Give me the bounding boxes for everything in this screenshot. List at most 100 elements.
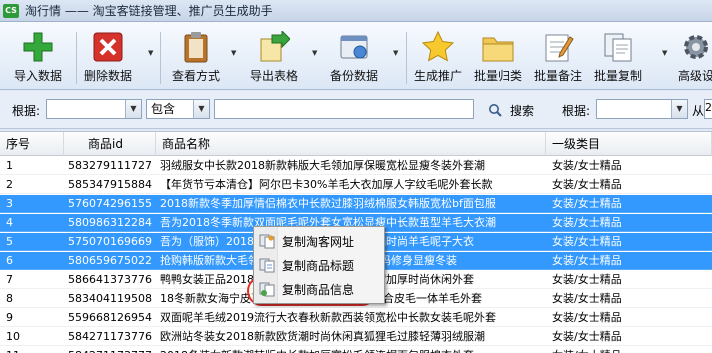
menu-item-copy-link[interactable]: 复制淘客网址 xyxy=(255,229,383,253)
cell-no: 2 xyxy=(6,178,13,191)
folder-icon xyxy=(480,30,516,64)
export-dropdown-arrow-icon[interactable]: ▼ xyxy=(312,49,320,57)
copy-icon xyxy=(600,30,636,64)
toolbar-separator xyxy=(406,32,407,84)
batch-copy-dropdown-arrow-icon[interactable]: ▼ xyxy=(662,49,670,57)
table-row[interactable]: 11 584271173777 2018冬装女新款潮韩版中长款加厚宽松毛领连帽面包服… xyxy=(0,347,712,353)
export-table-label: 导出表格 xyxy=(250,69,299,83)
cell-no: 10 xyxy=(6,330,20,343)
advanced-settings-button[interactable]: 高级设 xyxy=(678,30,712,88)
table-row[interactable]: 3 576074296155 2018新款冬季加厚情侣棉衣中长款过膝羽绒棉服女韩版宽… xyxy=(0,195,712,213)
gear-icon xyxy=(678,30,712,64)
column-header-no[interactable]: 序号 xyxy=(0,132,64,156)
cell-category: 女装/女士精品 xyxy=(552,311,622,324)
batch-copy-button[interactable]: 批量复制 xyxy=(594,30,642,88)
toolbar-separator xyxy=(160,32,161,84)
view-mode-dropdown-arrow-icon[interactable]: ▼ xyxy=(231,49,239,57)
from-label: 从 xyxy=(692,104,705,118)
cell-no: 5 xyxy=(6,235,13,248)
batch-copy-label: 批量复制 xyxy=(594,69,643,83)
cell-id: 585347915884 xyxy=(68,178,152,191)
chevron-down-icon: ▼ xyxy=(193,100,209,118)
cell-id: 559668126954 xyxy=(68,311,152,324)
cell-id: 580659675022 xyxy=(68,254,152,267)
cell-category: 女装/女士精品 xyxy=(552,330,622,343)
delete-icon xyxy=(90,30,126,64)
view-mode-label: 查看方式 xyxy=(172,69,221,83)
batch-category-button[interactable]: 批量归类 xyxy=(474,30,522,88)
cell-category: 女装/女士精品 xyxy=(552,292,622,305)
cell-id: 584271173777 xyxy=(68,347,156,353)
backup-web-icon xyxy=(336,30,372,64)
import-button[interactable]: 导入数据 xyxy=(14,30,62,88)
cell-id: 583404119508 xyxy=(68,292,152,305)
chevron-down-icon: ▼ xyxy=(125,100,141,118)
table-row[interactable]: 10 584271173776 欧洲站冬装女2018新款欧货潮时尚休闲真狐狸毛过膝轻… xyxy=(0,328,712,346)
batch-note-label: 批量备注 xyxy=(534,69,583,83)
backup-dropdown-arrow-icon[interactable]: ▼ xyxy=(393,49,401,57)
cell-category: 女装/女士精品 xyxy=(552,159,622,172)
filter-bar: 根据: ▼ 包含 ▼ 搜索 根据: ▼ 从 20 xyxy=(0,91,712,129)
copy-title-icon xyxy=(259,258,275,273)
delete-dropdown-arrow-icon[interactable]: ▼ xyxy=(148,49,156,57)
delete-button[interactable]: 删除数据 xyxy=(84,30,132,88)
backup-button[interactable]: 备份数据 xyxy=(330,30,378,88)
menu-item-copy-title[interactable]: 复制商品标题 xyxy=(255,253,383,277)
delete-label: 删除数据 xyxy=(84,69,133,83)
filter-field-select-2[interactable]: ▼ xyxy=(596,99,688,119)
cell-id: 575070169669 xyxy=(68,235,152,248)
cell-no: 6 xyxy=(6,254,13,267)
match-mode-select[interactable]: 包含 ▼ xyxy=(146,99,210,119)
app-logo-icon: CS xyxy=(3,3,19,18)
cell-name: 欧洲站冬装女2018新款欧货潮时尚休闲真狐狸毛过膝轻薄羽绒服潮 xyxy=(160,330,485,343)
cell-category: 女装/女士精品 xyxy=(552,273,622,286)
cell-name: 2018冬装女新款潮韩版中长款加厚宽松毛领连帽面包服棉衣外套 xyxy=(160,347,544,353)
column-header-name[interactable]: 商品名称 xyxy=(156,132,546,156)
toolbar-separator xyxy=(76,32,77,84)
menu-item-copy-link-label: 复制淘客网址 xyxy=(282,235,355,249)
batch-note-button[interactable]: 批量备注 xyxy=(534,30,582,88)
pen-note-icon xyxy=(540,30,576,64)
cell-id: 584271173776 xyxy=(68,330,152,343)
search-button[interactable]: 搜索 xyxy=(488,100,534,120)
star-icon xyxy=(420,30,456,64)
plus-icon xyxy=(20,30,56,64)
clipboard-icon xyxy=(178,30,214,64)
cell-category: 女装/女士精品 xyxy=(552,254,622,267)
cell-no: 9 xyxy=(6,311,13,324)
cell-category: 女装/女士精品 xyxy=(552,216,622,229)
column-header-id[interactable]: 商品id xyxy=(64,132,156,156)
context-menu: 复制淘客网址 复制商品标题 复制商品信息 xyxy=(253,226,385,304)
copy-link-icon xyxy=(259,234,275,249)
column-header-category[interactable]: 一级类目 xyxy=(546,132,712,156)
cell-category: 女装/女士精品 xyxy=(552,197,622,210)
cell-no: 4 xyxy=(6,216,13,229)
cell-no: 8 xyxy=(6,292,13,305)
copy-info-icon xyxy=(259,282,275,297)
cell-id: 576074296155 xyxy=(68,197,152,210)
menu-item-copy-title-label: 复制商品标题 xyxy=(282,259,355,273)
title-bar: CS 淘行情 —— 淘宝客链接管理、推广员生成助手 xyxy=(0,0,712,22)
chevron-down-icon: ▼ xyxy=(671,100,687,118)
filter-field-select-1[interactable]: ▼ xyxy=(46,99,142,119)
window-title: 淘行情 —— 淘宝客链接管理、推广员生成助手 xyxy=(25,4,273,18)
export-icon xyxy=(256,30,292,64)
menu-item-copy-info-label: 复制商品信息 xyxy=(282,283,355,297)
cell-name: 双面呢羊毛绒2019流行大衣春秋新款西装领宽松中长款女装毛呢外套 xyxy=(160,311,496,324)
advanced-settings-label: 高级设 xyxy=(678,69,712,83)
cell-category: 女装/女士精品 xyxy=(552,347,710,353)
table-row[interactable]: 1 583279111727 羽绒服女中长款2018新款韩版大毛领加厚保暖宽松显瘦冬… xyxy=(0,157,712,175)
menu-item-copy-info[interactable]: 复制商品信息 xyxy=(255,277,383,301)
cell-no: 11 xyxy=(6,347,62,353)
view-mode-button[interactable]: 查看方式 xyxy=(172,30,220,88)
backup-label: 备份数据 xyxy=(330,69,379,83)
generate-promo-button[interactable]: 生成推广 xyxy=(414,30,462,88)
table-row[interactable]: 2 585347915884 【年货节亏本清仓】阿尔巴卡30%羊毛大衣加厚人字纹毛呢… xyxy=(0,176,712,194)
grid-header: 序号 商品id 商品名称 一级类目 xyxy=(0,132,712,156)
keyword-input[interactable] xyxy=(214,99,474,119)
from-date-input[interactable]: 20 xyxy=(704,99,712,119)
cell-no: 7 xyxy=(6,273,13,286)
filter-by-label-2: 根据: xyxy=(562,104,591,118)
export-table-button[interactable]: 导出表格 xyxy=(250,30,298,88)
table-row[interactable]: 9 559668126954 双面呢羊毛绒2019流行大衣春秋新款西装领宽松中长款女… xyxy=(0,309,712,327)
